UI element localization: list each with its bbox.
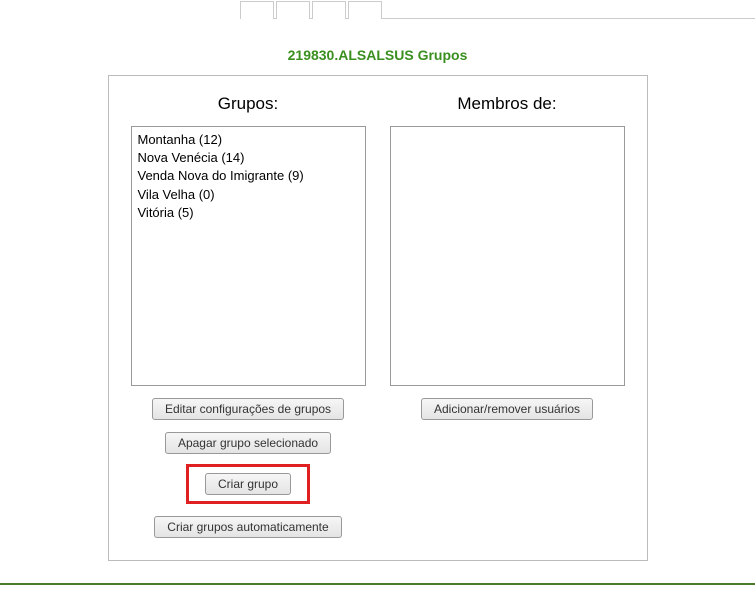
list-item[interactable]: Montanha (12): [138, 131, 359, 149]
list-item[interactable]: Vitória (5): [138, 204, 359, 222]
highlight-box: Criar grupo: [186, 464, 310, 504]
list-item[interactable]: Nova Venécia (14): [138, 149, 359, 167]
groups-column-title: Grupos:: [218, 94, 278, 114]
delete-selected-group-button[interactable]: Apagar grupo selecionado: [165, 432, 331, 454]
main-panel: Grupos: Montanha (12) Nova Venécia (14) …: [108, 75, 648, 561]
tab-item[interactable]: [348, 1, 382, 19]
groups-listbox[interactable]: Montanha (12) Nova Venécia (14) Venda No…: [131, 126, 366, 386]
create-groups-automatically-button[interactable]: Criar grupos automaticamente: [154, 516, 341, 538]
tab-item[interactable]: [312, 1, 346, 19]
list-item[interactable]: Vila Velha (0): [138, 186, 359, 204]
members-column-title: Membros de:: [457, 94, 556, 114]
members-column: Membros de: Adicionar/remover usuários: [390, 94, 625, 538]
edit-groups-config-button[interactable]: Editar configurações de grupos: [152, 398, 344, 420]
list-item[interactable]: Venda Nova do Imigrante (9): [138, 167, 359, 185]
page-title: 219830.ALSALSUS Grupos: [0, 47, 755, 63]
tab-item[interactable]: [276, 1, 310, 19]
bottom-rule: [0, 583, 755, 585]
create-group-button[interactable]: Criar grupo: [205, 473, 291, 495]
top-tabs: [240, 0, 755, 19]
groups-column: Grupos: Montanha (12) Nova Venécia (14) …: [131, 94, 366, 538]
add-remove-users-button[interactable]: Adicionar/remover usuários: [421, 398, 593, 420]
members-listbox[interactable]: [390, 126, 625, 386]
tab-item[interactable]: [240, 1, 274, 19]
